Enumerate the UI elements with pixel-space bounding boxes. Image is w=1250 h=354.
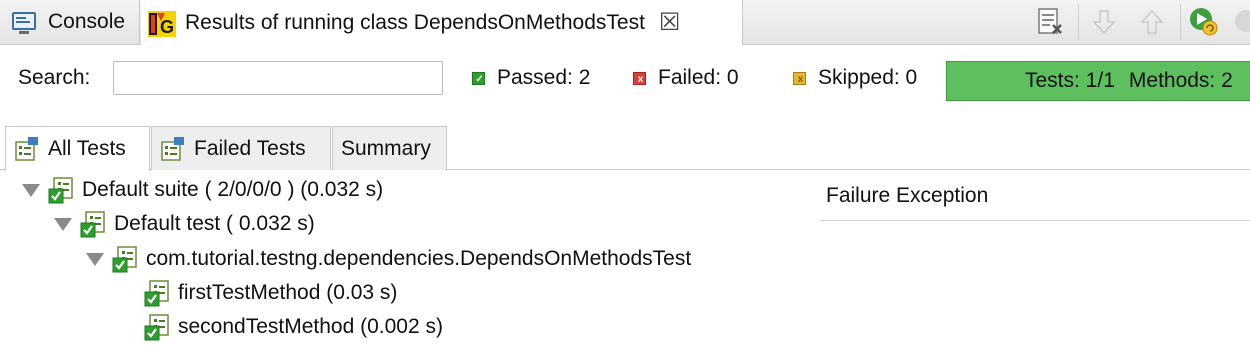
tab-all-tests[interactable]: All Tests [5,126,150,171]
view-tab-bar: Console G Results of running class Depen… [0,0,1250,45]
passed-method-icon [144,279,170,307]
tab-summary-label: Summary [341,136,431,160]
tree-node-method[interactable]: secondTestMethod (0.002 s) [144,312,443,342]
passed-check-icon: ✓ [472,71,485,85]
passed-method-icon [144,313,170,341]
clear-results-icon[interactable] [1034,6,1066,38]
passed-count-label: Passed: 2 [497,66,591,89]
skipped-x-icon: x [793,71,806,85]
tab-console[interactable]: Console [0,0,140,44]
search-input[interactable] [113,61,443,95]
expand-triangle-icon[interactable] [54,217,72,231]
tab-failed-tests[interactable]: Failed Tests [151,126,331,170]
progress-bar: Tests: 1/1 Methods: 2 [946,61,1250,101]
failed-counter: x Failed: 0 [633,66,739,90]
passed-suite-icon [48,176,74,204]
failure-exception-title: Failure Exception [826,184,989,207]
tab-summary[interactable]: Summary [332,126,447,170]
tab-all-tests-label: All Tests [48,137,126,160]
search-label: Search: [18,66,91,89]
tab-testng-results[interactable]: G Results of running class DependsOnMeth… [141,0,743,45]
tree-method-label: secondTestMethod (0.002 s) [178,315,443,338]
rerun-failed-icon[interactable] [1232,6,1250,38]
toolbar-separator [1180,4,1181,40]
passed-test-icon [80,210,106,238]
passed-counter: ✓ Passed: 2 [472,66,590,90]
progress-tests-label: Tests: 1/1 [1025,69,1115,92]
tree-test-label: Default test ( 0.032 s) [114,212,315,235]
failed-count-label: Failed: 0 [658,66,739,89]
expand-triangle-icon[interactable] [86,252,104,266]
tree-class-label: com.tutorial.testng.dependencies.Depends… [146,247,692,270]
skipped-count-label: Skipped: 0 [818,66,918,89]
failed-x-icon: x [633,71,646,85]
tab-console-label: Console [48,10,126,33]
close-icon[interactable]: ☒ [659,10,681,35]
hierarchy-icon [14,136,40,162]
failure-divider [820,220,1250,221]
result-view-tabs: All Tests Failed Tests Summary [0,126,1250,171]
hierarchy-icon [160,136,186,162]
rerun-icon[interactable] [1188,6,1220,38]
expand-triangle-icon[interactable] [22,183,40,197]
tree-suite-label: Default suite ( 2/0/0/0 ) (0.032 s) [82,178,384,201]
tree-method-label: firstTestMethod (0.03 s) [178,281,398,304]
skipped-counter: x Skipped: 0 [793,66,917,90]
tree-node-suite[interactable]: Default suite ( 2/0/0/0 ) (0.032 s) [22,175,383,205]
tab-results-label: Results of running class DependsOnMethod… [185,10,645,34]
console-icon [10,8,38,36]
progress-methods-label: Methods: 2 [1128,69,1233,92]
testng-icon: G [147,9,176,37]
tree-node-test[interactable]: Default test ( 0.032 s) [54,209,315,239]
toolbar-separator [1078,4,1079,40]
tree-node-method[interactable]: firstTestMethod (0.03 s) [144,278,397,308]
tab-failed-tests-label: Failed Tests [194,136,306,160]
passed-class-icon [112,245,138,273]
next-failure-arrow-down-icon[interactable] [1088,6,1120,38]
previous-failure-arrow-up-icon[interactable] [1136,6,1168,38]
svg-text:G: G [160,17,174,37]
tree-node-class[interactable]: com.tutorial.testng.dependencies.Depends… [86,244,691,274]
